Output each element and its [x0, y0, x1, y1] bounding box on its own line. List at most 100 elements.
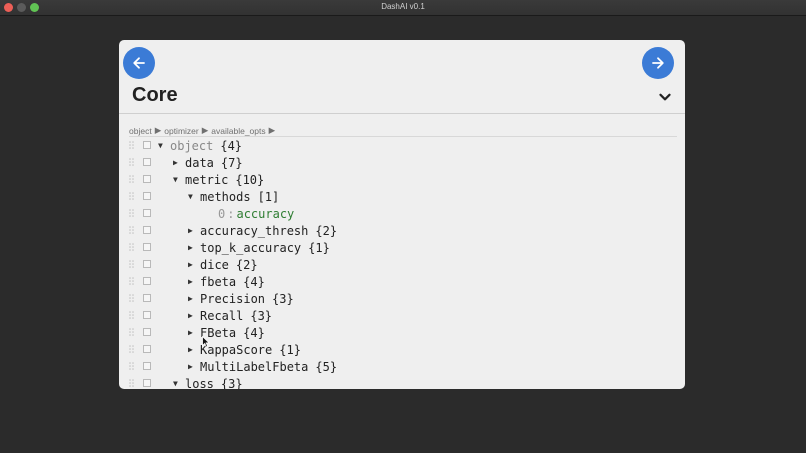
node-key[interactable]: loss: [185, 377, 214, 390]
tree-node: ▶ dice {2}: [188, 256, 258, 273]
tree-node: ▶ MultiLabelFbeta {5}: [188, 358, 337, 375]
expand-arrow-icon[interactable]: ▶: [173, 158, 185, 167]
row-checkbox[interactable]: [143, 379, 151, 387]
drag-handle-icon[interactable]: [129, 192, 135, 201]
row-checkbox[interactable]: [143, 328, 151, 336]
tree-node: ▶ Precision {3}: [188, 290, 294, 307]
drag-handle-icon[interactable]: [129, 209, 135, 218]
node-key[interactable]: methods: [200, 190, 251, 204]
collapse-arrow-icon[interactable]: ▼: [188, 192, 200, 201]
expand-arrow-icon[interactable]: ▶: [188, 294, 200, 303]
node-count: {4}: [243, 325, 265, 340]
breadcrumb-item-object[interactable]: object: [129, 126, 152, 136]
tree-row[interactable]: ▶ dice {2}: [119, 256, 685, 273]
drag-handle-icon[interactable]: [129, 379, 135, 388]
breadcrumb-separator-icon: ▶: [268, 125, 276, 135]
array-index: 0: [218, 206, 226, 221]
drag-handle-icon[interactable]: [129, 277, 135, 286]
tree-row[interactable]: ▶ top_k_accuracy {1}: [119, 239, 685, 256]
tree-row[interactable]: ▶ accuracy_thresh {2}: [119, 222, 685, 239]
tree-node: 0: accuracy: [203, 205, 294, 222]
row-checkbox[interactable]: [143, 192, 151, 200]
drag-handle-icon[interactable]: [129, 158, 135, 167]
expand-arrow-icon[interactable]: ▶: [188, 226, 200, 235]
tree-row[interactable]: ▶ data {7}: [119, 154, 685, 171]
node-count: {3}: [220, 376, 243, 390]
row-checkbox[interactable]: [143, 226, 151, 234]
node-key[interactable]: MultiLabelFbeta: [200, 360, 308, 374]
drag-handle-icon[interactable]: [129, 294, 135, 303]
node-count: {3}: [250, 308, 273, 323]
node-key[interactable]: metric: [185, 173, 228, 187]
node-value[interactable]: accuracy: [236, 207, 294, 221]
arrow-right-icon: [652, 57, 664, 69]
node-key[interactable]: accuracy_thresh: [200, 224, 308, 238]
json-tree: ▼ object {4} ▶ data {7} ▼ metric {10} ▼ methods [1]…: [119, 137, 685, 389]
drag-handle-icon[interactable]: [129, 328, 135, 337]
node-key[interactable]: fbeta: [200, 275, 236, 289]
tree-row[interactable]: ▶ fbeta {4}: [119, 273, 685, 290]
tree-node: ▶ accuracy_thresh {2}: [188, 222, 337, 239]
row-checkbox[interactable]: [143, 243, 151, 251]
row-checkbox[interactable]: [143, 277, 151, 285]
node-key[interactable]: object: [170, 139, 213, 153]
drag-handle-icon[interactable]: [129, 345, 135, 354]
drag-handle-icon[interactable]: [129, 175, 135, 184]
tree-node: ▶ FBeta {4}: [188, 324, 265, 341]
tree-row[interactable]: ▶ Precision {3}: [119, 290, 685, 307]
node-count: {4}: [220, 138, 243, 153]
row-checkbox[interactable]: [143, 158, 151, 166]
row-checkbox[interactable]: [143, 311, 151, 319]
row-checkbox[interactable]: [143, 260, 151, 268]
tree-row[interactable]: ▼ object {4}: [119, 137, 685, 154]
expand-arrow-icon[interactable]: ▶: [188, 260, 200, 269]
tree-row[interactable]: ▼ metric {10}: [119, 171, 685, 188]
arrow-left-icon: [133, 57, 145, 69]
breadcrumb-item-available-opts[interactable]: available_opts: [211, 126, 265, 136]
expand-arrow-icon[interactable]: ▶: [188, 328, 200, 337]
back-button[interactable]: [123, 47, 155, 79]
node-count: {1}: [279, 342, 301, 357]
node-count: {2}: [315, 223, 338, 238]
chevron-down-icon[interactable]: [659, 93, 671, 102]
expand-arrow-icon[interactable]: ▶: [188, 243, 200, 252]
tree-row[interactable]: ▶ Recall {3}: [119, 307, 685, 324]
tree-row[interactable]: ▶ MultiLabelFbeta {5}: [119, 358, 685, 375]
node-count: {5}: [315, 359, 338, 374]
node-count: {7}: [220, 155, 243, 170]
expand-arrow-icon[interactable]: ▶: [188, 277, 200, 286]
node-key[interactable]: KappaScore: [200, 343, 272, 357]
tree-row[interactable]: ▼ methods [1]: [119, 188, 685, 205]
drag-handle-icon[interactable]: [129, 141, 135, 150]
row-checkbox[interactable]: [143, 141, 151, 149]
drag-handle-icon[interactable]: [129, 311, 135, 320]
breadcrumb-separator-icon: ▶: [201, 125, 209, 135]
drag-handle-icon[interactable]: [129, 226, 135, 235]
node-key[interactable]: data: [185, 156, 214, 170]
expand-arrow-icon[interactable]: ▶: [188, 311, 200, 320]
collapse-arrow-icon[interactable]: ▼: [173, 175, 185, 184]
expand-arrow-icon[interactable]: ▶: [188, 345, 200, 354]
node-count: {4}: [243, 274, 265, 289]
node-key[interactable]: Precision: [200, 292, 265, 306]
row-checkbox[interactable]: [143, 175, 151, 183]
node-key[interactable]: dice: [200, 258, 229, 272]
drag-handle-icon[interactable]: [129, 362, 135, 371]
node-count: {10}: [235, 172, 265, 187]
collapse-arrow-icon[interactable]: ▼: [158, 141, 170, 150]
row-checkbox[interactable]: [143, 209, 151, 217]
collapse-arrow-icon[interactable]: ▼: [173, 379, 185, 388]
row-checkbox[interactable]: [143, 294, 151, 302]
drag-handle-icon[interactable]: [129, 243, 135, 252]
expand-arrow-icon[interactable]: ▶: [188, 362, 200, 371]
row-checkbox[interactable]: [143, 362, 151, 370]
drag-handle-icon[interactable]: [129, 260, 135, 269]
tree-row[interactable]: ▼ loss {3}: [119, 375, 685, 389]
tree-node: ▶ Recall {3}: [188, 307, 272, 324]
row-checkbox[interactable]: [143, 345, 151, 353]
node-key[interactable]: top_k_accuracy: [200, 241, 301, 255]
forward-button[interactable]: [642, 47, 674, 79]
tree-row[interactable]: 0: accuracy: [119, 205, 685, 222]
node-key[interactable]: Recall: [200, 309, 243, 323]
breadcrumb-item-optimizer[interactable]: optimizer: [164, 126, 198, 136]
